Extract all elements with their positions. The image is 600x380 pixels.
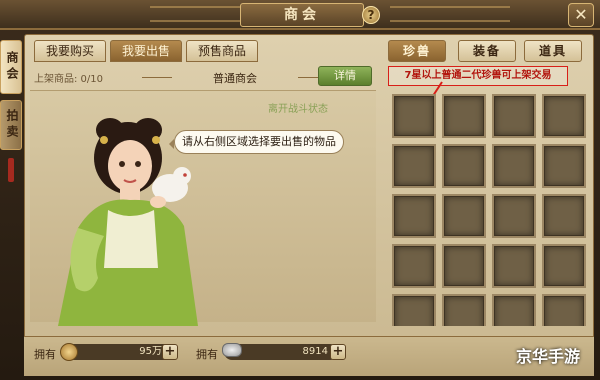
gold-owned-label: 拥有 [34,348,56,361]
silver-owned-label: 拥有 [196,348,218,361]
item-slot[interactable] [542,194,586,238]
tab-pet[interactable]: 珍兽 [388,40,446,62]
item-slot[interactable] [492,244,536,288]
shop-name: 普通商会 [142,70,328,86]
item-slot[interactable] [392,294,436,326]
item-slot[interactable] [442,194,486,238]
side-tab-auction[interactable]: 拍卖 [0,100,22,150]
close-button[interactable]: ✕ [568,3,594,27]
item-slot[interactable] [442,244,486,288]
item-slot[interactable] [392,194,436,238]
speech-bubble: 请从右侧区域选择要出售的物品 [169,130,344,154]
tab-presale[interactable]: 预售商品 [186,40,258,62]
item-slot[interactable] [542,144,586,188]
item-grid [384,86,594,326]
tab-items[interactable]: 道具 [524,40,582,62]
gold-coin-icon [60,343,78,361]
listed-count: 上架商品: 0/10 [34,74,104,85]
item-slot[interactable] [392,244,436,288]
item-slot[interactable] [442,94,486,138]
tassel-decoration [8,158,14,182]
item-slot[interactable] [392,144,436,188]
add-silver-button[interactable]: + [330,344,346,360]
item-slot[interactable] [492,94,536,138]
tab-sell[interactable]: 我要出售 [110,40,182,62]
item-slot[interactable] [492,144,536,188]
gold-value: 95万 [62,344,172,360]
stage-status-text: 离开战斗状态 [268,104,328,115]
help-button[interactable]: ? [362,6,380,24]
window-title: 商会 [240,3,364,27]
add-gold-button[interactable]: + [162,344,178,360]
item-slot[interactable] [542,94,586,138]
tab-buy[interactable]: 我要购买 [34,40,106,62]
title-ornament-right [390,6,510,22]
item-slot[interactable] [442,294,486,326]
side-tab-shop[interactable]: 商会 [0,40,22,94]
detail-button[interactable]: 详情 [318,66,372,86]
item-slot[interactable] [392,94,436,138]
watermark-logo: 京华手游 [515,347,580,366]
item-slot[interactable] [542,294,586,326]
item-slot[interactable] [492,294,536,326]
item-slot[interactable] [492,194,536,238]
item-slot[interactable] [442,144,486,188]
tab-equipment[interactable]: 装备 [458,40,516,62]
silver-ingot-icon [222,343,242,357]
item-slot[interactable] [542,244,586,288]
